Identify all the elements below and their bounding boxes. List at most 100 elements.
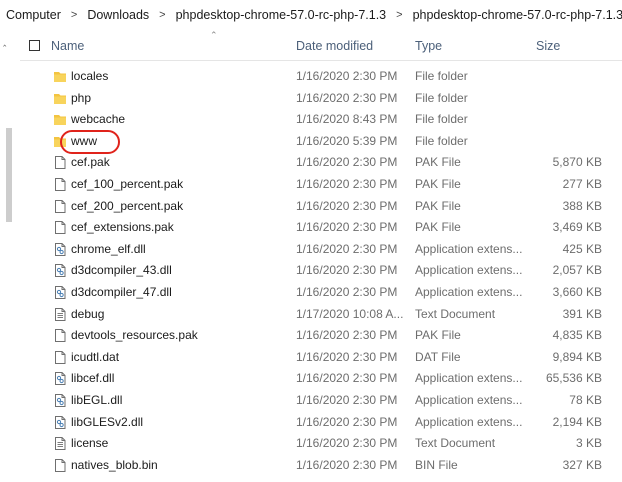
file-date-modified: 1/16/2020 2:30 PM [296,69,398,83]
file-icon [53,155,67,170]
file-row[interactable]: libEGL.dll 1/16/2020 2:30 PM Application e… [20,390,622,412]
file-row[interactable]: d3dcompiler_43.dll 1/16/2020 2:30 PM Appli… [20,260,622,282]
dll-icon [53,415,67,430]
file-type: PAK File [415,328,461,343]
select-all-checkbox[interactable] [29,40,40,51]
file-date-modified: 1/16/2020 2:30 PM [296,328,398,343]
breadcrumb: Computer > Downloads > phpdesktop-chrome… [0,0,622,30]
file-row[interactable]: cef.pak 1/16/2020 2:30 PM PAK File 5,870 KB [20,152,622,174]
folder-icon [53,69,67,84]
file-name: license [71,436,109,451]
file-size: 391 KB [562,306,602,321]
breadcrumb-item-downloads[interactable]: Downloads [85,8,151,22]
file-row[interactable]: chrome_elf.dll 1/16/2020 2:30 PM Applicati… [20,239,622,261]
file-size: 388 KB [562,198,602,213]
file-type: PAK File [415,155,461,170]
file-row[interactable]: cef_extensions.pak 1/16/2020 2:30 PM PAK F… [20,217,622,239]
file-icon [53,177,67,192]
file-row[interactable]: icudtl.dat 1/16/2020 2:30 PM DAT File 9,894… [20,347,622,369]
file-date-modified: 1/16/2020 2:30 PM [296,263,398,278]
chevron-right-icon[interactable]: > [63,9,85,21]
dll-icon [53,285,67,300]
breadcrumb-item-computer[interactable]: Computer [4,8,63,22]
file-icon [53,350,67,365]
file-type: DAT File [415,349,461,364]
folder-icon [53,112,67,127]
file-date-modified: 1/16/2020 2:30 PM [296,220,398,235]
file-type: Application extens... [415,263,523,278]
file-date-modified: 1/16/2020 2:30 PM [296,349,398,364]
file-date-modified: 1/16/2020 2:30 PM [296,414,398,429]
file-date-modified: 1/16/2020 2:30 PM [296,90,398,105]
column-header-date-modified[interactable]: Date modified [296,39,373,53]
file-size: 65,536 KB [545,371,602,386]
file-name: libEGL.dll [71,392,123,407]
file-date-modified: 1/16/2020 2:30 PM [296,457,398,472]
sort-ascending-icon: ⌃ [210,30,218,40]
file-date-modified: 1/16/2020 2:30 PM [296,241,398,256]
file-row[interactable]: locales 1/16/2020 2:30 PM File folder [20,66,622,88]
file-size: 3 KB [575,436,602,451]
file-name: icudtl.dat [71,349,120,364]
file-row[interactable]: libcef.dll 1/16/2020 2:30 PM Application e… [20,368,622,390]
file-name: webcache [71,112,126,127]
file-size: 2,057 KB [552,263,602,278]
file-size: 2,194 KB [552,414,602,429]
file-date-modified: 1/16/2020 5:39 PM [296,133,398,148]
breadcrumb-item-parent-folder[interactable]: phpdesktop-chrome-57.0-rc-php-7.1.3 [174,8,389,22]
file-date-modified: 1/16/2020 2:30 PM [296,392,398,407]
chevron-right-icon[interactable]: > [388,9,410,21]
file-row[interactable]: natives_blob.bin 1/16/2020 2:30 PM BIN Fil… [20,455,622,477]
navigation-pane-edge [0,36,16,482]
file-name: d3dcompiler_43.dll [71,263,172,278]
file-size: 9,894 KB [552,349,602,364]
file-list: locales 1/16/2020 2:30 PM File folder php 1/… [20,66,622,476]
file-type: PAK File [415,220,461,235]
file-icon [53,220,67,235]
chevron-right-icon[interactable]: > [151,9,173,21]
file-icon [53,199,67,214]
file-name: debug [71,306,105,321]
file-date-modified: 1/16/2020 2:30 PM [296,284,398,299]
breadcrumb-item-current-folder[interactable]: phpdesktop-chrome-57.0-rc-php-7.1.3 [411,8,622,22]
file-size: 5,870 KB [552,155,602,170]
file-name: locales [71,69,109,83]
file-date-modified: 1/16/2020 2:30 PM [296,198,398,213]
file-date-modified: 1/16/2020 2:30 PM [296,436,398,451]
dll-icon [53,242,67,257]
navigation-pane-scrollbar[interactable] [6,128,12,222]
file-name: devtools_resources.pak [71,328,198,343]
file-date-modified: 1/16/2020 2:30 PM [296,155,398,170]
file-type: File folder [415,69,468,83]
file-row[interactable]: webcache 1/16/2020 8:43 PM File folder [20,109,622,131]
column-header-name[interactable]: Name [51,39,84,53]
file-row[interactable]: libGLESv2.dll 1/16/2020 2:30 PM Applicatio… [20,412,622,434]
file-type: Application extens... [415,392,523,407]
file-type: PAK File [415,176,461,191]
folder-icon [53,91,67,106]
file-row[interactable]: license 1/16/2020 2:30 PM Text Document 3 K… [20,433,622,455]
file-row[interactable]: d3dcompiler_47.dll 1/16/2020 2:30 PM Appli… [20,282,622,304]
column-header-type[interactable]: Type [415,39,442,53]
file-row[interactable]: php 1/16/2020 2:30 PM File folder [20,88,622,110]
file-row[interactable]: cef_100_percent.pak 1/16/2020 2:30 PM PAK … [20,174,622,196]
file-row[interactable]: cef_200_percent.pak 1/16/2020 2:30 PM PAK … [20,196,622,218]
file-date-modified: 1/17/2020 10:08 A... [296,306,404,321]
column-header-size[interactable]: Size [536,39,560,53]
file-row[interactable]: devtools_resources.pak 1/16/2020 2:30 PM P… [20,325,622,347]
dll-icon [53,371,67,386]
collapse-caret-icon[interactable]: ‸ [3,36,6,47]
file-type: PAK File [415,198,461,213]
file-type: File folder [415,90,468,105]
text-file-icon [53,307,67,322]
file-row[interactable]: debug 1/17/2020 10:08 A... Text Document 39… [20,304,622,326]
file-type: Text Document [415,436,496,451]
file-date-modified: 1/16/2020 8:43 PM [296,112,398,127]
file-name: libGLESv2.dll [71,414,144,429]
file-size: 327 KB [562,457,602,472]
text-file-icon [53,436,67,451]
file-name: libcef.dll [71,371,115,386]
highlight-annotation-oval [60,130,120,154]
file-size: 4,835 KB [552,328,602,343]
file-size: 3,469 KB [552,220,602,235]
